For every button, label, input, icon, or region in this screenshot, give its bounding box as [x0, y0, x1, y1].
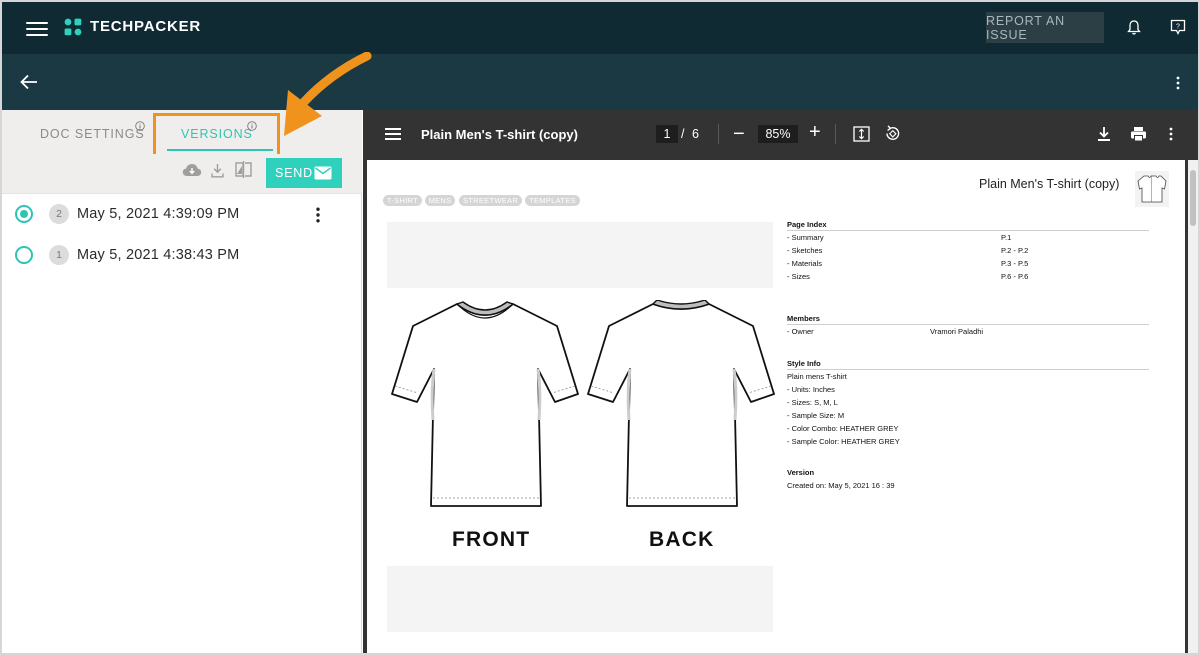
annotation-arrow: [284, 52, 372, 136]
tag-chip: MENS: [425, 195, 455, 206]
zoom-in-button[interactable]: +: [809, 121, 821, 144]
version-actions-bar: SEND: [2, 154, 362, 194]
version-radio[interactable]: [15, 205, 33, 223]
index-value: P.3 - P.5: [1001, 259, 1029, 268]
member-name: Vramori Paladhi: [930, 327, 984, 336]
more-vertical-icon[interactable]: [315, 207, 321, 223]
sub-header: [2, 54, 1198, 110]
index-value: P.6 - P.6: [1001, 272, 1029, 281]
index-label: - Materials: [787, 259, 823, 268]
menu-icon[interactable]: [385, 128, 401, 142]
viewer-toolbar: Plain Men's T-shirt (copy) 1 / 6 − 85% +: [363, 110, 1198, 160]
brand-name: TECHPACKER: [90, 18, 202, 35]
send-button[interactable]: SEND: [266, 158, 342, 188]
scrollbar-thumb[interactable]: [1190, 170, 1196, 226]
version-radio[interactable]: [15, 246, 33, 264]
version-date[interactable]: May 5, 2021 4:38:43 PM: [77, 247, 239, 263]
style-info-line: - Sample Color: HEATHER GREY: [787, 437, 900, 446]
version-title: Version: [787, 468, 815, 477]
section-divider: [787, 324, 1149, 325]
compare-icon[interactable]: [235, 160, 252, 179]
tab-doc-settings[interactable]: DOC SETTINGS: [40, 127, 145, 141]
image-placeholder: [387, 222, 773, 288]
version-row[interactable]: 2 May 5, 2021 4:39:09 PM: [2, 194, 360, 234]
style-info-line: Plain mens T-shirt: [787, 372, 847, 381]
member-role: - Owner: [787, 327, 814, 336]
tag-chip: TEMPLATES: [525, 195, 580, 206]
back-label: BACK: [649, 528, 715, 551]
fit-page-icon[interactable]: [853, 126, 870, 142]
zoom-level[interactable]: 85%: [758, 125, 798, 143]
scrollbar[interactable]: [1188, 160, 1198, 653]
section-divider: [787, 230, 1149, 231]
current-page-input[interactable]: 1: [656, 125, 678, 143]
members-title: Members: [787, 314, 820, 323]
tshirt-front-sketch: [391, 301, 579, 507]
zoom-out-button[interactable]: −: [733, 123, 745, 146]
style-info-line: - Sample Size: M: [787, 411, 845, 420]
index-label: - Sketches: [787, 246, 823, 255]
tag-chip: T-SHIRT: [383, 195, 422, 206]
version-created: Created on: May 5, 2021 16 : 39: [787, 481, 895, 490]
menu-icon[interactable]: [26, 18, 48, 38]
help-icon[interactable]: ?: [1170, 19, 1186, 36]
index-value: P.2 - P.2: [1001, 246, 1029, 255]
mail-icon: [314, 166, 332, 180]
more-vertical-icon[interactable]: [1169, 127, 1173, 141]
page-index-title: Page Index: [787, 220, 827, 229]
cloud-download-icon[interactable]: [182, 163, 202, 177]
send-button-label: SEND: [275, 166, 313, 180]
index-label: - Sizes: [787, 272, 810, 281]
print-icon[interactable]: [1130, 126, 1147, 142]
index-label: - Summary: [787, 233, 824, 242]
report-issue-button[interactable]: REPORT AN ISSUE: [986, 12, 1104, 43]
logo-icon: [64, 18, 82, 36]
document-title: Plain Men's T-shirt (copy): [421, 127, 578, 142]
more-vertical-icon[interactable]: [1176, 76, 1180, 90]
version-number-badge: 2: [49, 204, 69, 224]
app-window: TECHPACKER REPORT AN ISSUE ? DOC SETTING…: [0, 0, 1200, 655]
toolbar-divider: [718, 124, 719, 144]
toolbar-divider: [835, 124, 836, 144]
tshirt-back-sketch: [587, 300, 775, 507]
image-placeholder: [387, 566, 773, 632]
style-info-line: - Units: Inches: [787, 385, 835, 394]
download-icon[interactable]: [1097, 126, 1111, 142]
document-page: Plain Men's T-shirt (copy) T-SHIRT MENS …: [367, 160, 1185, 653]
version-date[interactable]: May 5, 2021 4:39:09 PM: [77, 206, 239, 222]
style-info-line: - Color Combo: HEATHER GREY: [787, 424, 899, 433]
versions-panel: DOC SETTINGS VERSIONS SEND 2 May 5, 2021…: [2, 110, 362, 653]
page-separator: /: [681, 127, 685, 141]
tshirt-thumbnail-icon: [1135, 171, 1169, 207]
bell-icon[interactable]: [1127, 20, 1141, 36]
version-number-badge: 1: [49, 245, 69, 265]
download-icon[interactable]: [211, 163, 224, 178]
annotation-highlight-box: [153, 113, 280, 158]
style-info-title: Style Info: [787, 359, 821, 368]
top-navbar: TECHPACKER REPORT AN ISSUE ?: [2, 2, 1198, 54]
pdf-viewer: Plain Men's T-shirt (copy) 1 / 6 − 85% +: [363, 110, 1198, 653]
back-arrow-icon[interactable]: [20, 74, 38, 90]
front-label: FRONT: [452, 528, 531, 551]
total-pages: 6: [692, 127, 699, 141]
style-info-line: - Sizes: S, M, L: [787, 398, 838, 407]
svg-text:?: ?: [1176, 24, 1180, 31]
index-value: P.1: [1001, 233, 1012, 242]
page-heading: Plain Men's T-shirt (copy): [979, 177, 1120, 191]
version-row[interactable]: 1 May 5, 2021 4:38:43 PM: [2, 235, 360, 275]
rotate-icon[interactable]: [884, 125, 901, 142]
info-icon[interactable]: [135, 121, 145, 131]
section-divider: [787, 369, 1149, 370]
tag-chip: STREETWEAR: [459, 195, 522, 206]
